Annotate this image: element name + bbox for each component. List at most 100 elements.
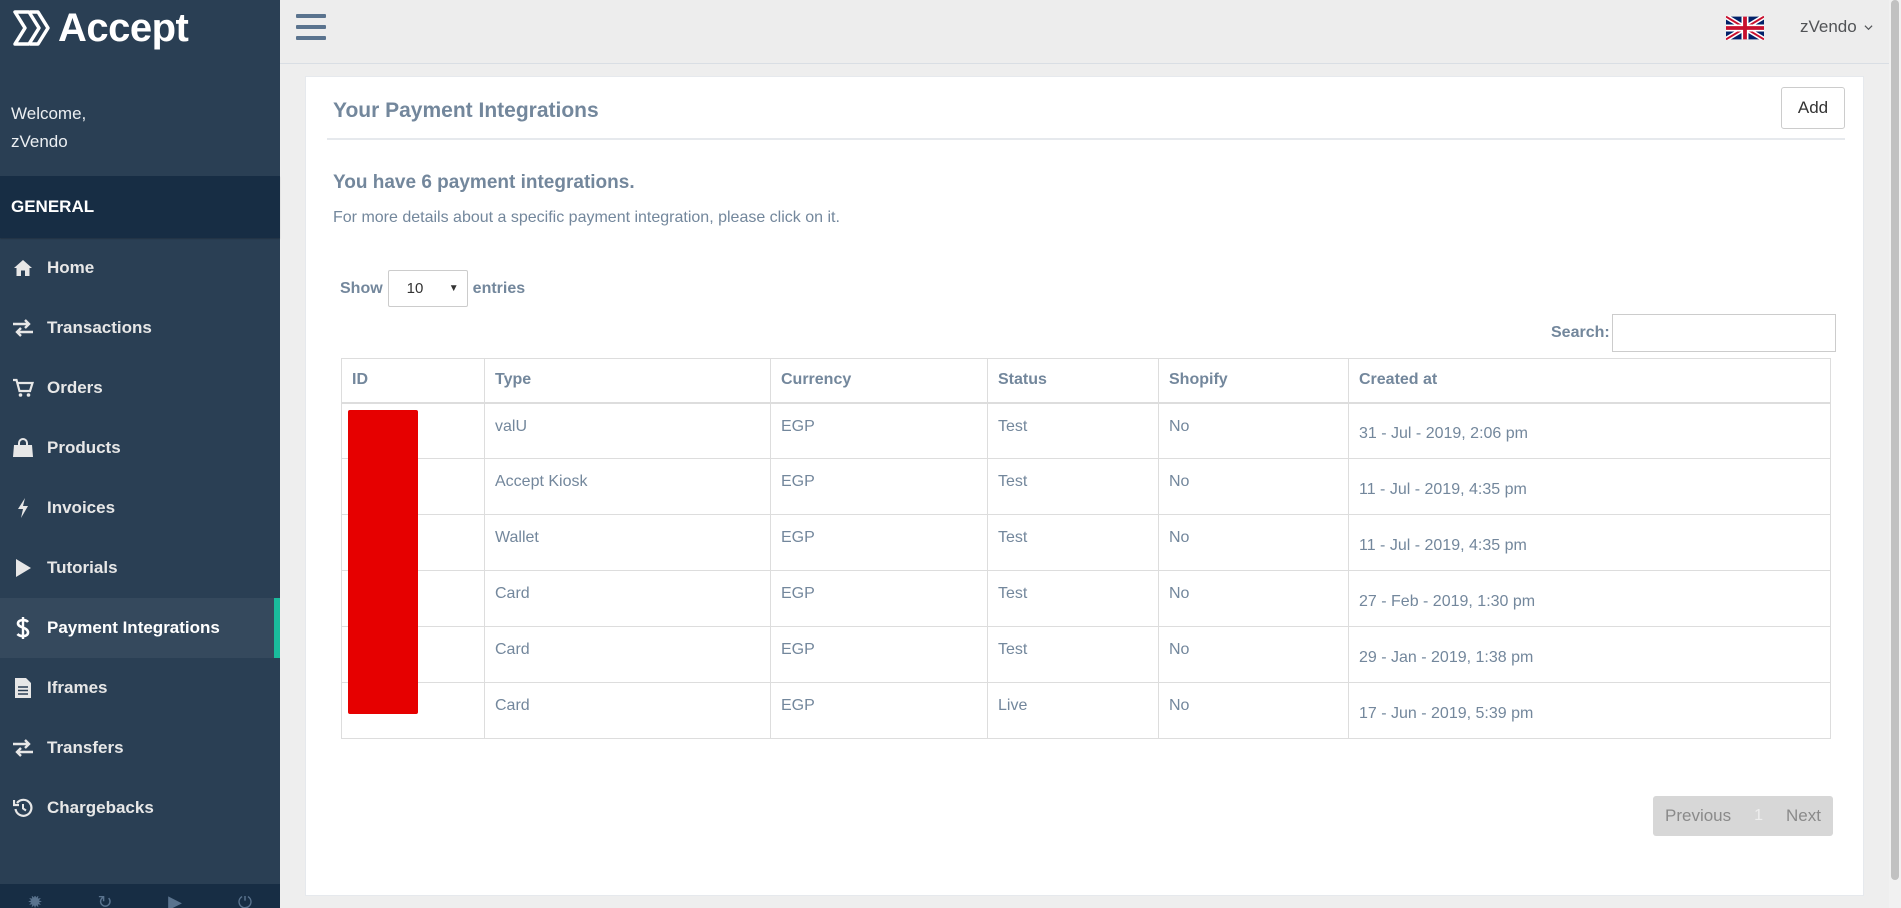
table-row[interactable]: Wallet EGP Test No 11 - Jul - 2019, 4:35…: [341, 514, 1831, 571]
shopping-cart-icon: [11, 376, 35, 400]
cell-type: valU: [484, 402, 771, 459]
entries-label: entries: [472, 279, 526, 297]
cell-type: Wallet: [484, 514, 771, 571]
cell-shopify: No: [1158, 626, 1349, 683]
sidebar-item-label: Chargebacks: [47, 798, 154, 817]
user-menu[interactable]: zVendo: [1800, 17, 1873, 37]
column-header-status[interactable]: Status: [987, 358, 1159, 404]
sidebar-item-chargebacks[interactable]: Chargebacks: [0, 778, 280, 838]
sidebar-item-label: Payment Integrations: [47, 618, 220, 637]
cell-type: Card: [484, 682, 771, 739]
column-header-id[interactable]: ID: [341, 358, 485, 404]
search-label: Search:: [1551, 324, 1610, 341]
table-row[interactable]: Card EGP Live No 17 - Jun - 2019, 5:39 p…: [341, 682, 1831, 739]
sidebar-item-products[interactable]: Products: [0, 418, 280, 478]
column-header-type[interactable]: Type: [484, 358, 771, 404]
sidebar-nav: Home Transactions Orders Products Invoic…: [0, 238, 280, 838]
sidebar-item-label: Transactions: [47, 318, 152, 337]
column-header-created-at[interactable]: Created at: [1348, 358, 1831, 404]
cell-created-at: 17 - Jun - 2019, 5:39 pm: [1348, 682, 1831, 739]
add-button[interactable]: Add: [1781, 87, 1845, 129]
top-navbar: zVendo: [280, 0, 1901, 64]
table-row[interactable]: Card EGP Test No 27 - Feb - 2019, 1:30 p…: [341, 570, 1831, 627]
cell-status: Live: [987, 682, 1159, 739]
page-scrollbar[interactable]: [1889, 0, 1901, 908]
cell-status: Test: [987, 458, 1159, 515]
payment-integrations-panel: Your Payment Integrations Add You have 6…: [305, 76, 1864, 896]
cell-created-at: 31 - Jul - 2019, 2:06 pm: [1348, 402, 1831, 459]
play-icon[interactable]: ▶: [165, 896, 185, 908]
pagination-previous-button[interactable]: Previous: [1665, 806, 1731, 826]
sidebar-item-transfers[interactable]: Transfers: [0, 718, 280, 778]
cell-status: Test: [987, 570, 1159, 627]
shopping-bag-icon: [11, 436, 35, 460]
exchange-icon: [11, 736, 35, 760]
cell-status: Test: [987, 514, 1159, 571]
scrollbar-thumb[interactable]: [1891, 0, 1899, 880]
sidebar-item-label: Transfers: [47, 738, 124, 757]
column-header-shopify[interactable]: Shopify: [1158, 358, 1349, 404]
sidebar-item-home[interactable]: Home: [0, 238, 280, 298]
welcome-username: zVendo: [11, 132, 68, 151]
cell-created-at: 27 - Feb - 2019, 1:30 pm: [1348, 570, 1831, 627]
integrations-table: ID Type Currency Status Shopify Created …: [341, 358, 1831, 739]
accept-logo-icon: [13, 10, 50, 46]
welcome-greeting: Welcome,: [11, 104, 87, 123]
brand[interactable]: Accept: [0, 0, 280, 56]
caret-down-icon: ▼: [448, 283, 459, 294]
title-divider: [327, 138, 1845, 140]
integration-count-heading: You have 6 payment integrations.: [333, 172, 635, 193]
column-header-currency[interactable]: Currency: [770, 358, 988, 404]
sidebar-item-payment-integrations[interactable]: Payment Integrations: [0, 598, 280, 658]
sidebar-item-label: Tutorials: [47, 558, 118, 577]
table-row[interactable]: Card EGP Test No 29 - Jan - 2019, 1:38 p…: [341, 626, 1831, 683]
sidebar-item-label: Products: [47, 438, 121, 457]
entries-select[interactable]: 10 ▼: [387, 270, 468, 307]
cell-created-at: 11 - Jul - 2019, 4:35 pm: [1348, 458, 1831, 515]
search-input[interactable]: [1611, 314, 1836, 352]
play-icon: [11, 556, 35, 580]
settings-icon[interactable]: ✹: [25, 896, 45, 908]
sidebar-footer: ✹ ↻ ▶ ⏻: [0, 884, 280, 908]
cell-created-at: 29 - Jan - 2019, 1:38 pm: [1348, 626, 1831, 683]
cell-type: Card: [484, 570, 771, 627]
sidebar-item-iframes[interactable]: Iframes: [0, 658, 280, 718]
sidebar-item-orders[interactable]: Orders: [0, 358, 280, 418]
user-name: zVendo: [1800, 17, 1857, 36]
sidebar-item-transactions[interactable]: Transactions: [0, 298, 280, 358]
entries-length-control: Show 10 ▼ entries: [340, 270, 525, 307]
cell-shopify: No: [1158, 570, 1349, 627]
hamburger-icon[interactable]: [296, 14, 326, 40]
show-label: Show: [340, 279, 383, 297]
page-title: Your Payment Integrations: [333, 99, 599, 122]
cell-status: Test: [987, 402, 1159, 459]
pagination-next-button[interactable]: Next: [1786, 806, 1821, 826]
instructions-text: For more details about a specific paymen…: [333, 209, 840, 226]
cell-currency: EGP: [770, 682, 988, 739]
cell-shopify: No: [1158, 458, 1349, 515]
cell-currency: EGP: [770, 626, 988, 683]
power-icon[interactable]: ⏻: [235, 896, 255, 908]
refresh-icon[interactable]: ↻: [95, 896, 115, 908]
table-row[interactable]: Accept Kiosk EGP Test No 11 - Jul - 2019…: [341, 458, 1831, 515]
table-row[interactable]: valU EGP Test No 31 - Jul - 2019, 2:06 p…: [341, 402, 1831, 714]
cell-shopify: No: [1158, 514, 1349, 571]
cell-status: Test: [987, 626, 1159, 683]
cell-shopify: No: [1158, 402, 1349, 459]
exchange-icon: [11, 316, 35, 340]
history-icon: [11, 796, 35, 820]
pagination-page-1[interactable]: 1: [1754, 807, 1763, 825]
chevron-down-icon: [1864, 24, 1873, 30]
entries-select-value: 10: [406, 280, 424, 297]
cell-shopify: No: [1158, 682, 1349, 739]
file-text-icon: [11, 676, 35, 700]
welcome-block: Welcome, zVendo: [0, 56, 280, 156]
sidebar-item-invoices[interactable]: Invoices: [0, 478, 280, 538]
sidebar-item-label: Home: [47, 258, 95, 277]
table-search: Search:: [1551, 314, 1836, 352]
sidebar-item-tutorials[interactable]: Tutorials: [0, 538, 280, 598]
pagination: Previous 1 Next: [1653, 796, 1833, 836]
home-icon: [11, 256, 35, 280]
sidebar-item-label: Invoices: [47, 498, 116, 517]
uk-flag-icon[interactable]: [1726, 16, 1764, 40]
